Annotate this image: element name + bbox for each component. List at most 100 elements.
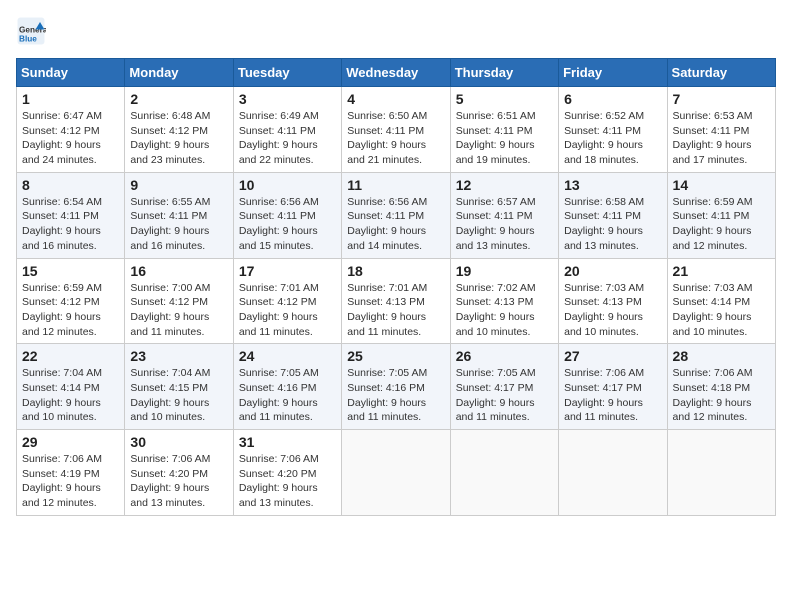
calendar-cell: 31 Sunrise: 7:06 AM Sunset: 4:20 PM Dayl…	[233, 430, 341, 516]
day-number: 22	[22, 348, 119, 364]
calendar-week-row: 8 Sunrise: 6:54 AM Sunset: 4:11 PM Dayli…	[17, 172, 776, 258]
calendar-cell	[450, 430, 558, 516]
day-info: Sunrise: 7:03 AM Sunset: 4:13 PM Dayligh…	[564, 281, 661, 340]
day-number: 5	[456, 91, 553, 107]
calendar-cell: 13 Sunrise: 6:58 AM Sunset: 4:11 PM Dayl…	[559, 172, 667, 258]
day-info: Sunrise: 6:52 AM Sunset: 4:11 PM Dayligh…	[564, 109, 661, 168]
day-info: Sunrise: 6:50 AM Sunset: 4:11 PM Dayligh…	[347, 109, 444, 168]
calendar-cell: 21 Sunrise: 7:03 AM Sunset: 4:14 PM Dayl…	[667, 258, 775, 344]
day-number: 28	[673, 348, 770, 364]
calendar-cell: 29 Sunrise: 7:06 AM Sunset: 4:19 PM Dayl…	[17, 430, 125, 516]
calendar-cell: 16 Sunrise: 7:00 AM Sunset: 4:12 PM Dayl…	[125, 258, 233, 344]
day-info: Sunrise: 7:04 AM Sunset: 4:15 PM Dayligh…	[130, 366, 227, 425]
calendar-cell: 22 Sunrise: 7:04 AM Sunset: 4:14 PM Dayl…	[17, 344, 125, 430]
calendar-cell: 2 Sunrise: 6:48 AM Sunset: 4:12 PM Dayli…	[125, 87, 233, 173]
day-info: Sunrise: 6:59 AM Sunset: 4:11 PM Dayligh…	[673, 195, 770, 254]
calendar-day-header: Friday	[559, 59, 667, 87]
calendar-cell: 7 Sunrise: 6:53 AM Sunset: 4:11 PM Dayli…	[667, 87, 775, 173]
day-info: Sunrise: 6:55 AM Sunset: 4:11 PM Dayligh…	[130, 195, 227, 254]
day-info: Sunrise: 6:57 AM Sunset: 4:11 PM Dayligh…	[456, 195, 553, 254]
day-info: Sunrise: 7:03 AM Sunset: 4:14 PM Dayligh…	[673, 281, 770, 340]
day-info: Sunrise: 7:05 AM Sunset: 4:16 PM Dayligh…	[347, 366, 444, 425]
day-info: Sunrise: 6:53 AM Sunset: 4:11 PM Dayligh…	[673, 109, 770, 168]
day-number: 23	[130, 348, 227, 364]
calendar-cell: 3 Sunrise: 6:49 AM Sunset: 4:11 PM Dayli…	[233, 87, 341, 173]
day-number: 6	[564, 91, 661, 107]
day-info: Sunrise: 6:58 AM Sunset: 4:11 PM Dayligh…	[564, 195, 661, 254]
svg-text:Blue: Blue	[19, 35, 37, 44]
calendar-table: SundayMondayTuesdayWednesdayThursdayFrid…	[16, 58, 776, 516]
day-info: Sunrise: 7:06 AM Sunset: 4:20 PM Dayligh…	[130, 452, 227, 511]
day-number: 1	[22, 91, 119, 107]
calendar-cell: 18 Sunrise: 7:01 AM Sunset: 4:13 PM Dayl…	[342, 258, 450, 344]
calendar-day-header: Sunday	[17, 59, 125, 87]
day-number: 17	[239, 263, 336, 279]
calendar-cell: 17 Sunrise: 7:01 AM Sunset: 4:12 PM Dayl…	[233, 258, 341, 344]
calendar-day-header: Monday	[125, 59, 233, 87]
day-number: 30	[130, 434, 227, 450]
calendar-cell: 10 Sunrise: 6:56 AM Sunset: 4:11 PM Dayl…	[233, 172, 341, 258]
day-number: 14	[673, 177, 770, 193]
day-number: 21	[673, 263, 770, 279]
day-info: Sunrise: 6:51 AM Sunset: 4:11 PM Dayligh…	[456, 109, 553, 168]
calendar-cell	[667, 430, 775, 516]
calendar-cell: 9 Sunrise: 6:55 AM Sunset: 4:11 PM Dayli…	[125, 172, 233, 258]
day-info: Sunrise: 7:02 AM Sunset: 4:13 PM Dayligh…	[456, 281, 553, 340]
calendar-cell: 12 Sunrise: 6:57 AM Sunset: 4:11 PM Dayl…	[450, 172, 558, 258]
calendar-cell: 26 Sunrise: 7:05 AM Sunset: 4:17 PM Dayl…	[450, 344, 558, 430]
calendar-week-row: 15 Sunrise: 6:59 AM Sunset: 4:12 PM Dayl…	[17, 258, 776, 344]
day-info: Sunrise: 7:06 AM Sunset: 4:19 PM Dayligh…	[22, 452, 119, 511]
calendar-cell: 4 Sunrise: 6:50 AM Sunset: 4:11 PM Dayli…	[342, 87, 450, 173]
day-number: 13	[564, 177, 661, 193]
day-number: 25	[347, 348, 444, 364]
day-info: Sunrise: 6:48 AM Sunset: 4:12 PM Dayligh…	[130, 109, 227, 168]
calendar-cell: 24 Sunrise: 7:05 AM Sunset: 4:16 PM Dayl…	[233, 344, 341, 430]
day-number: 3	[239, 91, 336, 107]
day-number: 27	[564, 348, 661, 364]
calendar-cell: 14 Sunrise: 6:59 AM Sunset: 4:11 PM Dayl…	[667, 172, 775, 258]
day-info: Sunrise: 7:06 AM Sunset: 4:20 PM Dayligh…	[239, 452, 336, 511]
day-number: 11	[347, 177, 444, 193]
day-number: 18	[347, 263, 444, 279]
day-info: Sunrise: 6:49 AM Sunset: 4:11 PM Dayligh…	[239, 109, 336, 168]
day-number: 12	[456, 177, 553, 193]
day-number: 16	[130, 263, 227, 279]
day-info: Sunrise: 6:56 AM Sunset: 4:11 PM Dayligh…	[239, 195, 336, 254]
day-info: Sunrise: 6:59 AM Sunset: 4:12 PM Dayligh…	[22, 281, 119, 340]
day-info: Sunrise: 7:05 AM Sunset: 4:17 PM Dayligh…	[456, 366, 553, 425]
calendar-cell: 8 Sunrise: 6:54 AM Sunset: 4:11 PM Dayli…	[17, 172, 125, 258]
day-number: 9	[130, 177, 227, 193]
day-info: Sunrise: 7:01 AM Sunset: 4:12 PM Dayligh…	[239, 281, 336, 340]
day-info: Sunrise: 7:05 AM Sunset: 4:16 PM Dayligh…	[239, 366, 336, 425]
calendar-header-row: SundayMondayTuesdayWednesdayThursdayFrid…	[17, 59, 776, 87]
day-number: 29	[22, 434, 119, 450]
day-info: Sunrise: 7:04 AM Sunset: 4:14 PM Dayligh…	[22, 366, 119, 425]
calendar-cell: 15 Sunrise: 6:59 AM Sunset: 4:12 PM Dayl…	[17, 258, 125, 344]
calendar-cell: 11 Sunrise: 6:56 AM Sunset: 4:11 PM Dayl…	[342, 172, 450, 258]
day-number: 19	[456, 263, 553, 279]
calendar-cell: 20 Sunrise: 7:03 AM Sunset: 4:13 PM Dayl…	[559, 258, 667, 344]
day-number: 2	[130, 91, 227, 107]
calendar-cell: 6 Sunrise: 6:52 AM Sunset: 4:11 PM Dayli…	[559, 87, 667, 173]
calendar-day-header: Tuesday	[233, 59, 341, 87]
calendar-cell: 19 Sunrise: 7:02 AM Sunset: 4:13 PM Dayl…	[450, 258, 558, 344]
calendar-cell: 27 Sunrise: 7:06 AM Sunset: 4:17 PM Dayl…	[559, 344, 667, 430]
day-info: Sunrise: 7:01 AM Sunset: 4:13 PM Dayligh…	[347, 281, 444, 340]
calendar-day-header: Saturday	[667, 59, 775, 87]
calendar-cell: 25 Sunrise: 7:05 AM Sunset: 4:16 PM Dayl…	[342, 344, 450, 430]
calendar-cell	[342, 430, 450, 516]
day-info: Sunrise: 7:00 AM Sunset: 4:12 PM Dayligh…	[130, 281, 227, 340]
calendar-cell: 1 Sunrise: 6:47 AM Sunset: 4:12 PM Dayli…	[17, 87, 125, 173]
logo-icon: General Blue	[16, 16, 46, 46]
calendar-week-row: 29 Sunrise: 7:06 AM Sunset: 4:19 PM Dayl…	[17, 430, 776, 516]
calendar-day-header: Thursday	[450, 59, 558, 87]
calendar-week-row: 1 Sunrise: 6:47 AM Sunset: 4:12 PM Dayli…	[17, 87, 776, 173]
day-number: 15	[22, 263, 119, 279]
logo: General Blue	[16, 16, 50, 46]
day-number: 31	[239, 434, 336, 450]
day-info: Sunrise: 6:56 AM Sunset: 4:11 PM Dayligh…	[347, 195, 444, 254]
day-number: 24	[239, 348, 336, 364]
day-info: Sunrise: 7:06 AM Sunset: 4:17 PM Dayligh…	[564, 366, 661, 425]
calendar-cell: 28 Sunrise: 7:06 AM Sunset: 4:18 PM Dayl…	[667, 344, 775, 430]
calendar-week-row: 22 Sunrise: 7:04 AM Sunset: 4:14 PM Dayl…	[17, 344, 776, 430]
